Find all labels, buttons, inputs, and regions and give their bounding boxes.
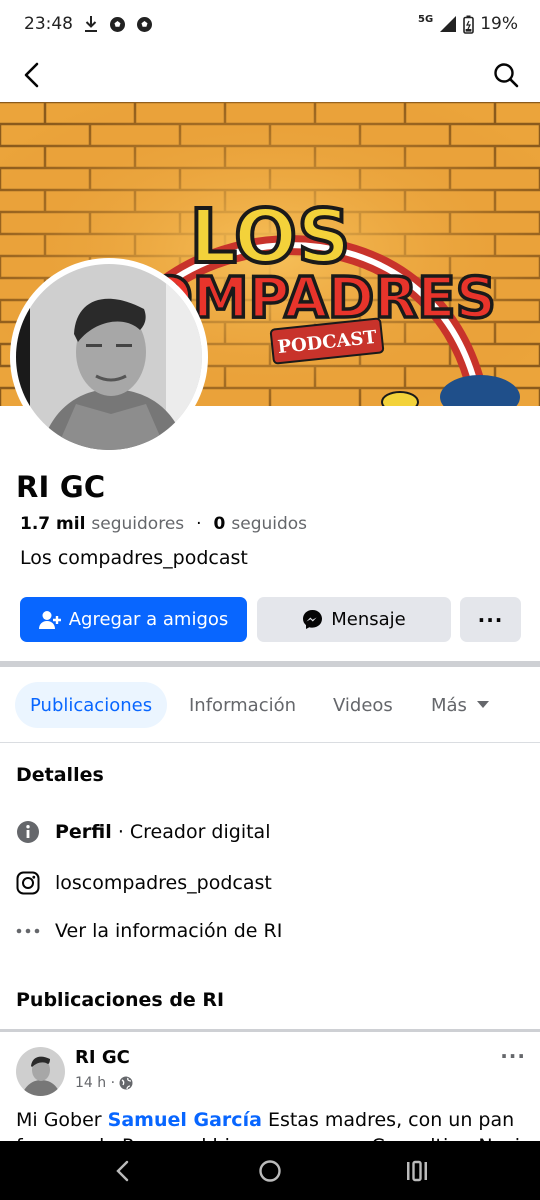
back-arrow-icon [24,62,39,88]
system-home-button[interactable] [254,1155,286,1187]
profile-stats: 1.7 mil seguidores · 0 seguidos [20,514,307,534]
post-avatar-photo [16,1047,65,1096]
detail-profile: Perfil · Creador digital [16,820,270,844]
battery-icon [463,15,475,34]
messenger-icon [303,610,323,629]
details-title: Detalles [16,764,104,786]
tab-mas-label: Más [431,694,467,716]
system-recents-button[interactable] [401,1155,433,1187]
post-author-name[interactable]: RI GC [75,1047,130,1068]
top-navigation [0,48,540,102]
post-text-end: Estas madres, con un pan [261,1109,515,1131]
instagram-icon [16,871,40,895]
followers-label[interactable]: seguidores [91,514,184,534]
profile-bio: Los compadres_podcast [20,547,248,569]
system-navigation-bar [0,1141,540,1200]
profile-type-label: Perfil [55,821,112,843]
more-options-button[interactable]: ··· [460,597,521,642]
tab-mas[interactable]: Más [431,682,489,728]
post-author-avatar[interactable] [16,1047,65,1096]
home-circle-icon [259,1160,281,1182]
message-label: Mensaje [331,609,406,630]
tab-videos[interactable]: Videos [333,682,393,728]
add-friend-button[interactable]: Agregar a amigos [20,597,247,642]
post-meta: 14 h · [75,1075,133,1091]
more-options-icon: ··· [477,607,504,632]
see-info-label: Ver la información de RI [55,920,283,942]
detail-see-info[interactable]: Ver la información de RI [16,919,282,943]
status-time: 23:48 [24,14,73,34]
followers-count[interactable]: 1.7 mil [20,514,85,534]
status-bar: 23:48 5G 19% [0,0,540,48]
post-options-button[interactable]: ··· [500,1044,526,1068]
tab-publicaciones[interactable]: Publicaciones [15,682,168,728]
stats-separator: · [196,514,202,534]
section-divider [0,661,540,667]
ellipsis-icon [16,919,40,943]
tab-informacion[interactable]: Información [189,682,296,728]
soccer-ball-icon [136,16,153,33]
post-time[interactable]: 14 h · [75,1075,115,1091]
detail-instagram[interactable]: loscompadres_podcast [16,871,272,895]
network-type: 5G [418,13,434,25]
download-icon [83,15,99,33]
system-back-button[interactable] [106,1155,138,1187]
post-text: Mi Gober Samuel García Estas madres, con… [16,1107,526,1133]
profile-name: RI GC [16,470,106,504]
search-button[interactable] [488,57,524,93]
add-friend-label: Agregar a amigos [68,609,229,630]
message-button[interactable]: Mensaje [257,597,451,642]
signal-icon [439,15,457,33]
profile-avatar[interactable] [10,258,208,456]
posts-divider [0,1029,540,1032]
tabs-divider [0,742,540,743]
add-person-icon [38,610,61,629]
post-text-continued: frances de Pan y sal bien marca mas Cons… [16,1133,526,1141]
following-label[interactable]: seguidos [231,514,307,534]
chevron-left-icon [116,1160,129,1182]
post-text-start: Mi Gober [16,1109,108,1131]
following-count[interactable]: 0 [214,514,226,534]
search-icon [494,63,519,88]
battery-level: 19% [480,14,518,34]
instagram-handle[interactable]: loscompadres_podcast [55,872,272,894]
globe-icon [119,1076,133,1090]
avatar-photo [16,264,202,450]
post-mention-link[interactable]: Samuel García [108,1109,262,1131]
caret-down-icon [476,701,489,708]
profile-tabs: Publicaciones Información Videos Más [0,682,540,728]
info-icon [16,820,40,844]
profile-type-value: · Creador digital [111,821,271,843]
posts-section-title: Publicaciones de RI [16,989,225,1011]
soccer-ball-icon [109,16,126,33]
recents-icon [407,1160,427,1182]
back-button[interactable] [14,57,50,93]
